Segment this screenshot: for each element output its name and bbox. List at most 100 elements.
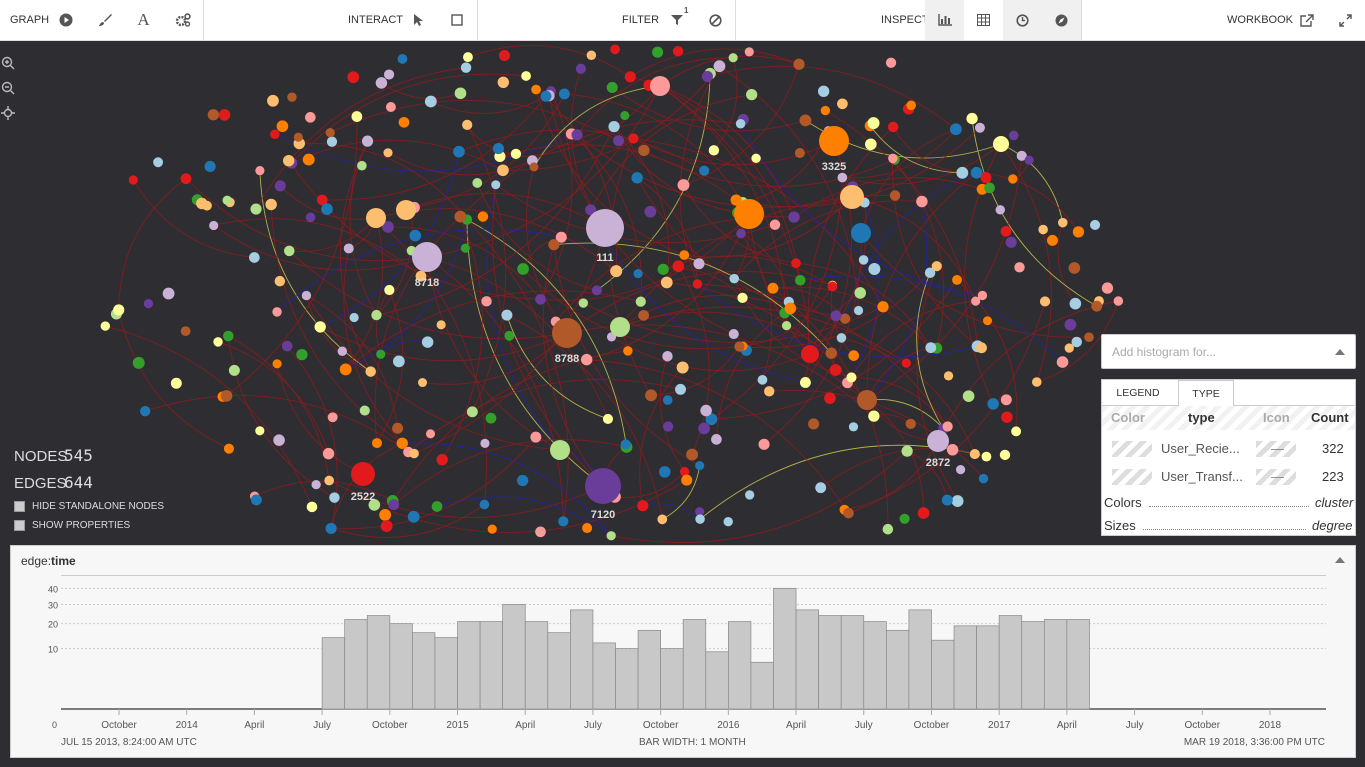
graph-node[interactable] bbox=[140, 406, 151, 417]
graph-node[interactable] bbox=[425, 429, 436, 439]
graph-node[interactable] bbox=[708, 145, 720, 156]
graph-node[interactable] bbox=[698, 422, 710, 435]
graph-node[interactable] bbox=[868, 410, 880, 422]
graph-node[interactable] bbox=[905, 418, 916, 429]
graph-node[interactable] bbox=[657, 263, 669, 275]
graph-node[interactable] bbox=[479, 499, 490, 510]
graph-node[interactable] bbox=[794, 274, 806, 286]
graph-node[interactable] bbox=[302, 153, 315, 166]
graph-node[interactable] bbox=[1069, 297, 1082, 310]
graph-node[interactable] bbox=[207, 109, 220, 121]
graph-node[interactable] bbox=[794, 148, 805, 159]
graph-node[interactable] bbox=[385, 101, 396, 112]
graph-node[interactable] bbox=[751, 153, 761, 164]
graph-node[interactable] bbox=[672, 46, 684, 57]
graph-node[interactable] bbox=[379, 508, 392, 521]
graph-node[interactable] bbox=[255, 426, 265, 436]
graph-node[interactable] bbox=[535, 526, 546, 538]
graph-node[interactable] bbox=[359, 405, 370, 416]
graph-node[interactable] bbox=[663, 421, 674, 432]
graph-node[interactable] bbox=[1001, 411, 1013, 423]
graph-node[interactable] bbox=[635, 296, 646, 307]
graph-node[interactable] bbox=[848, 350, 860, 361]
graph-node[interactable] bbox=[952, 274, 962, 285]
graph-node[interactable] bbox=[220, 390, 233, 402]
graph-node[interactable] bbox=[699, 165, 710, 176]
graph-node[interactable] bbox=[485, 412, 497, 424]
graph-node[interactable] bbox=[767, 282, 779, 294]
graph-node[interactable] bbox=[531, 84, 541, 95]
graph-node[interactable] bbox=[301, 290, 312, 301]
graph-node[interactable] bbox=[431, 501, 443, 512]
graph-node[interactable] bbox=[1101, 282, 1114, 294]
graph-node[interactable] bbox=[351, 462, 375, 486]
graph-node[interactable] bbox=[466, 406, 478, 418]
center-icon[interactable] bbox=[0, 105, 16, 121]
play-button[interactable] bbox=[46, 0, 85, 40]
graph-node[interactable] bbox=[337, 346, 348, 357]
graph-node[interactable] bbox=[1014, 262, 1025, 273]
graph-node[interactable] bbox=[606, 531, 616, 541]
tab-type[interactable]: TYPE bbox=[1178, 380, 1234, 406]
zoom-in-icon[interactable] bbox=[0, 55, 16, 71]
graph-node[interactable] bbox=[1113, 296, 1124, 306]
histogram-bar[interactable] bbox=[908, 609, 932, 710]
graph-node[interactable] bbox=[943, 371, 954, 381]
graph-node[interactable] bbox=[228, 364, 240, 376]
graph-node[interactable] bbox=[504, 330, 515, 341]
graph-node[interactable] bbox=[825, 347, 837, 359]
graph-node[interactable] bbox=[982, 316, 993, 326]
graph-node[interactable] bbox=[851, 223, 871, 243]
graph-node[interactable] bbox=[558, 516, 569, 527]
histogram-bar[interactable] bbox=[434, 637, 458, 710]
graph-node[interactable] bbox=[817, 85, 830, 97]
graph-node[interactable] bbox=[481, 296, 492, 307]
graph-node[interactable] bbox=[916, 195, 928, 208]
explore-button[interactable] bbox=[1042, 0, 1081, 40]
histogram-bar[interactable] bbox=[524, 621, 549, 710]
histogram-bar[interactable] bbox=[885, 629, 910, 710]
graph-node[interactable] bbox=[942, 421, 953, 432]
graph-node[interactable] bbox=[824, 392, 836, 404]
graph-node[interactable] bbox=[1000, 226, 1012, 237]
graph-node[interactable] bbox=[287, 92, 297, 102]
graph-node[interactable] bbox=[255, 166, 265, 176]
legend-sizes-value[interactable]: degree bbox=[1312, 518, 1352, 533]
graph-node[interactable] bbox=[530, 431, 542, 443]
graph-node[interactable] bbox=[222, 195, 232, 206]
tab-legend[interactable]: LEGEND bbox=[1108, 380, 1168, 406]
exclude-button[interactable] bbox=[696, 0, 735, 40]
graph-node[interactable] bbox=[901, 358, 911, 368]
graph-node[interactable] bbox=[535, 294, 546, 305]
graph-node[interactable] bbox=[744, 47, 754, 57]
graph-node[interactable] bbox=[326, 136, 338, 147]
graph-node[interactable] bbox=[867, 117, 880, 130]
graph-node[interactable] bbox=[623, 346, 633, 356]
graph-node[interactable] bbox=[322, 447, 335, 460]
graph-node[interactable] bbox=[865, 138, 877, 151]
fullscreen-button[interactable] bbox=[1326, 0, 1365, 40]
graph-node[interactable] bbox=[927, 430, 949, 452]
graph-node[interactable] bbox=[180, 173, 192, 185]
graph-node[interactable] bbox=[830, 310, 842, 322]
histogram-bar[interactable] bbox=[998, 615, 1023, 710]
graph-node[interactable] bbox=[460, 62, 472, 73]
graph-node[interactable] bbox=[143, 299, 154, 309]
graph-node[interactable] bbox=[510, 148, 522, 160]
graph-node[interactable] bbox=[1031, 377, 1042, 387]
graph-node[interactable] bbox=[276, 120, 289, 133]
graph-node[interactable] bbox=[540, 90, 552, 102]
graph-node[interactable] bbox=[658, 466, 671, 478]
histogram-bar[interactable] bbox=[1043, 619, 1068, 710]
graph-node[interactable] bbox=[853, 305, 864, 316]
graph-node[interactable] bbox=[695, 460, 705, 471]
graph-node[interactable] bbox=[582, 523, 593, 534]
graph-node[interactable] bbox=[745, 490, 755, 500]
graph-node[interactable] bbox=[591, 285, 602, 296]
graph-node[interactable] bbox=[170, 377, 182, 389]
graph-node[interactable] bbox=[113, 304, 125, 316]
graph-node[interactable] bbox=[223, 443, 234, 454]
graph-node[interactable] bbox=[799, 114, 812, 127]
graph-node[interactable] bbox=[267, 94, 279, 107]
graph-node[interactable] bbox=[491, 180, 501, 190]
